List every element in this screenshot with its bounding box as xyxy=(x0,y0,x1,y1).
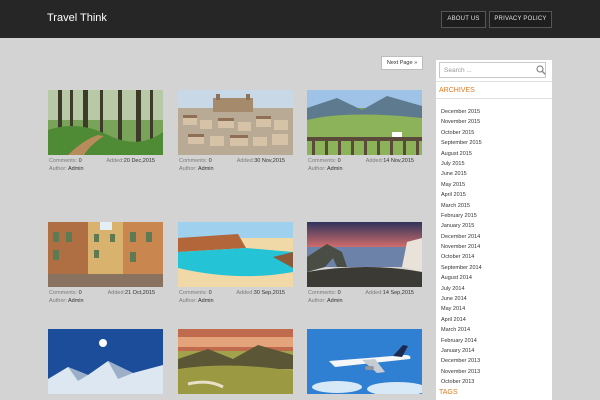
archive-link[interactable]: January 2015 xyxy=(441,221,482,231)
post-card: Comments: 0 Added:30 Sep,2015 Author: Ad… xyxy=(178,222,293,310)
post-comments: Comments: 0 xyxy=(49,290,82,296)
post-comments: Comments: 0 xyxy=(308,158,341,164)
post-thumbnail-snowy-mountains[interactable] xyxy=(48,329,163,394)
site-title[interactable]: Travel Think xyxy=(47,12,107,24)
post-comments: Comments: 0 xyxy=(179,158,212,164)
archive-link[interactable]: August 2014 xyxy=(441,273,482,283)
archive-link[interactable]: September 2014 xyxy=(441,263,482,273)
archive-link[interactable]: October 2014 xyxy=(441,252,482,262)
archive-link[interactable]: March 2015 xyxy=(441,201,482,211)
post-author: Author: Admin xyxy=(49,298,84,304)
archive-link[interactable]: October 2015 xyxy=(441,128,482,138)
post-thumbnail-turquoise-beach[interactable] xyxy=(178,222,293,287)
archive-link[interactable]: November 2014 xyxy=(441,242,482,252)
post-date: Added:21 Oct,2015 xyxy=(107,290,155,296)
post-card: Comments: 0 Added:30 Nov,2015 Author: Ad… xyxy=(178,90,293,178)
post-author: Author: Admin xyxy=(308,298,343,304)
archive-link[interactable]: July 2015 xyxy=(441,159,482,169)
search-box xyxy=(439,62,546,78)
archive-link[interactable]: May 2014 xyxy=(441,304,482,314)
post-thumbnail-forest-path[interactable] xyxy=(48,90,163,155)
post-thumbnail-airplane[interactable] xyxy=(307,329,422,394)
archive-link[interactable]: April 2014 xyxy=(441,315,482,325)
author-link[interactable]: Admin xyxy=(327,298,343,304)
post-date: Added:14 Nov,2015 xyxy=(365,158,414,164)
post-thumbnail-hilltop-town[interactable] xyxy=(178,90,293,155)
archive-link[interactable]: June 2014 xyxy=(441,294,482,304)
archive-link[interactable]: April 2015 xyxy=(441,190,482,200)
post-card: Comments: 0 Added:14 Sep,2015 Author: Ad… xyxy=(307,222,422,310)
post-date: Added:30 Nov,2015 xyxy=(236,158,285,164)
post-comments: Comments: 0 xyxy=(49,158,82,164)
archive-link[interactable]: February 2014 xyxy=(441,336,482,346)
post-card: Comments: 0 Added:21 Oct,2015 Author: Ad… xyxy=(48,222,163,310)
archive-link[interactable]: October 2013 xyxy=(441,377,482,387)
author-link[interactable]: Admin xyxy=(327,166,343,172)
archive-link[interactable]: July 2014 xyxy=(441,284,482,294)
archive-link[interactable]: January 2014 xyxy=(441,346,482,356)
post-date: Added:20 Dec,2015 xyxy=(106,158,155,164)
post-author: Author: Admin xyxy=(49,166,84,172)
sidebar: ARCHIVES December 2015November 2015Octob… xyxy=(436,60,552,400)
post-card xyxy=(48,329,163,400)
next-page-button[interactable]: Next Page » xyxy=(381,56,423,70)
search-input[interactable] xyxy=(440,63,530,77)
post-thumbnail-old-street[interactable] xyxy=(48,222,163,287)
archive-link[interactable]: August 2015 xyxy=(441,149,482,159)
post-date: Added:30 Sep,2015 xyxy=(236,290,285,296)
archive-link[interactable]: June 2015 xyxy=(441,169,482,179)
post-comments: Comments: 0 xyxy=(308,290,341,296)
post-comments: Comments: 0 xyxy=(179,290,212,296)
site-header: Travel Think ABOUT US PRIVACY POLICY xyxy=(0,0,600,38)
archive-link[interactable]: March 2014 xyxy=(441,325,482,335)
archives-list: December 2015 November 2015 October 2015 Se… xyxy=(441,107,482,388)
post-author: Author: Admin xyxy=(179,298,214,304)
nav-about-us[interactable]: ABOUT US xyxy=(441,11,486,28)
post-author: Author: Admin xyxy=(308,166,343,172)
archive-link[interactable]: December 2014 xyxy=(441,232,482,242)
archive-link[interactable]: November 2015 xyxy=(441,117,482,127)
post-card: Comments: 0 Added:14 Nov,2015 Author: Ad… xyxy=(307,90,422,178)
author-link[interactable]: Admin xyxy=(198,166,214,172)
post-date: Added:14 Sep,2015 xyxy=(365,290,414,296)
archive-link[interactable]: February 2015 xyxy=(441,211,482,221)
post-card xyxy=(178,329,293,400)
author-link[interactable]: Admin xyxy=(198,298,214,304)
archive-link[interactable]: September 2015 xyxy=(441,138,482,148)
archive-link[interactable]: November 2013 xyxy=(441,367,482,377)
author-link[interactable]: Admin xyxy=(68,298,84,304)
post-thumbnail-sunset-arch[interactable] xyxy=(307,222,422,287)
search-icon[interactable] xyxy=(536,65,546,75)
post-thumbnail-highland-hills[interactable] xyxy=(178,329,293,394)
divider xyxy=(436,98,552,99)
tags-heading: TAGS xyxy=(439,389,458,396)
nav-privacy-policy[interactable]: PRIVACY POLICY xyxy=(489,11,552,28)
post-thumbnail-viaduct-valley[interactable] xyxy=(307,90,422,155)
archive-link[interactable]: December 2015 xyxy=(441,107,482,117)
post-author: Author: Admin xyxy=(179,166,214,172)
archive-link[interactable]: May 2015 xyxy=(441,180,482,190)
archives-heading: ARCHIVES xyxy=(439,87,475,94)
author-link[interactable]: Admin xyxy=(68,166,84,172)
post-card xyxy=(307,329,422,400)
post-card: Comments: 0 Added:20 Dec,2015 Author: Ad… xyxy=(48,90,163,178)
archive-link[interactable]: December 2013 xyxy=(441,356,482,366)
divider xyxy=(436,81,552,82)
